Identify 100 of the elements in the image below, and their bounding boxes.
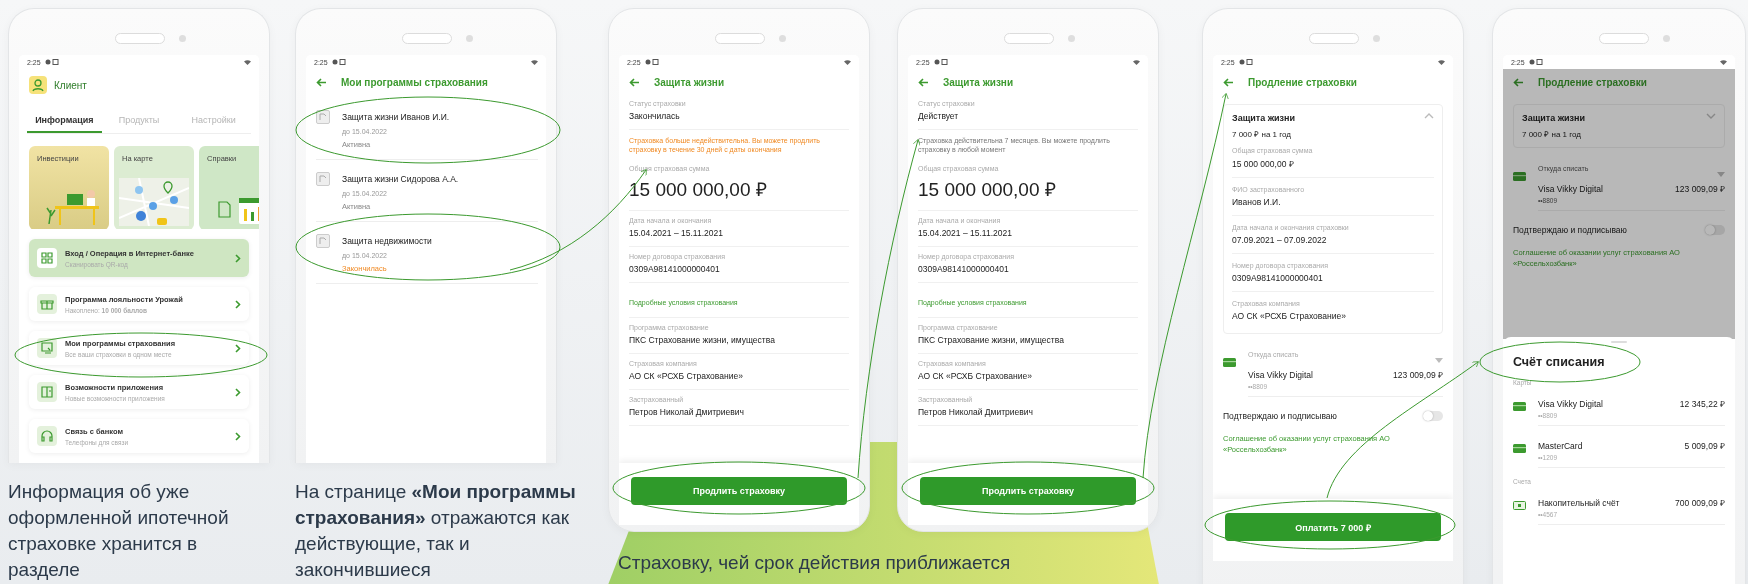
policy-title[interactable]: Защита жизни Сидорова А.А. — [342, 174, 459, 184]
sum-amount: 15 000 000,00 ₽ — [918, 177, 1057, 202]
policy-price: 7 000 ₽ на 1 год — [1522, 129, 1582, 139]
notification-icons — [331, 59, 346, 65]
phone-speaker — [402, 33, 452, 44]
field-value: 15.04.2021 – 15.11.2021 — [918, 227, 1013, 238]
phone-camera — [779, 35, 786, 42]
tab[interactable]: Информация — [27, 109, 102, 133]
chevron-up-icon[interactable] — [1424, 113, 1434, 119]
document-icon — [37, 338, 57, 358]
screen-title: Продление страховки — [1248, 77, 1357, 88]
field-value: Петров Николай Дмитриевич — [918, 406, 1034, 417]
back-arrow-icon[interactable] — [316, 78, 327, 87]
card-icon — [1223, 358, 1236, 367]
phone-camera — [1373, 35, 1380, 42]
account-balance: 12 345,22 ₽ — [1679, 398, 1725, 409]
field-value: Иванов И.И. — [1232, 197, 1282, 207]
phone-camera — [466, 35, 473, 42]
wifi-icon — [531, 59, 538, 65]
phone-camera — [1068, 35, 1075, 42]
card-balance: 123 009,09 ₽ — [1393, 369, 1443, 380]
sum-amount: 15 000 000,00 ₽ — [629, 177, 768, 202]
account-name[interactable]: Visa Vikky Digital — [1538, 398, 1603, 409]
user-avatar-icon[interactable] — [29, 76, 47, 94]
pay-button[interactable]: Оплатить 7 000 ₽ — [1225, 513, 1441, 541]
account-balance: 5 009,09 ₽ — [1684, 440, 1725, 451]
toggle-switch[interactable] — [1705, 225, 1725, 235]
phone-speaker — [1309, 33, 1359, 44]
field-value: Закончилась — [629, 111, 681, 121]
field-value: АО СК «РСХБ Страхование» — [918, 370, 1033, 381]
caption: Информация об уже оформленной ипотечной страховке хранится в разделе — [8, 480, 230, 582]
renew-button[interactable]: Продлить страховку — [631, 477, 847, 505]
account-icon — [1513, 501, 1526, 510]
phone-speaker — [715, 33, 765, 44]
card-name: Visa Vikky Digital — [1538, 183, 1603, 194]
policy-title: Защита жизни — [1232, 113, 1296, 123]
account-balance: 700 009,09 ₽ — [1675, 497, 1725, 508]
account-name[interactable]: Накопительный счёт — [1538, 497, 1620, 508]
card-balance: 123 009,09 ₽ — [1675, 183, 1725, 194]
phone-camera — [1663, 35, 1670, 42]
document-icon — [316, 172, 330, 186]
card-icon — [1513, 172, 1526, 181]
policy-title[interactable]: Защита жизни Иванов И.И. — [342, 112, 450, 122]
caption: На странице «Мои программы страхования» отражаются как действующие, так и закончившиеся — [295, 480, 577, 582]
book-icon — [37, 382, 57, 402]
back-arrow-icon[interactable] — [1513, 78, 1524, 87]
policy-title[interactable]: Защита недвижимости — [342, 236, 432, 246]
report-drawing — [215, 196, 259, 226]
back-arrow-icon[interactable] — [629, 78, 640, 87]
caret-icon[interactable] — [1435, 358, 1443, 363]
card-icon — [1513, 402, 1526, 411]
screen-title: Защита жизни — [654, 77, 725, 88]
field-value: 07.09.2021 – 07.09.2022 — [1232, 235, 1328, 245]
notification-icons — [933, 59, 948, 65]
sheet-title: Счёт списания — [1513, 355, 1605, 369]
chevron-icon — [235, 343, 241, 353]
chevron-icon — [235, 387, 241, 397]
chevron-icon — [235, 299, 241, 309]
wifi-icon — [1438, 59, 1445, 65]
wifi-icon — [844, 59, 851, 65]
document-icon — [316, 110, 330, 124]
chevron-down-icon[interactable] — [1706, 113, 1716, 119]
chevron-icon — [235, 253, 241, 263]
user-name: Клиент — [54, 79, 87, 91]
back-arrow-icon[interactable] — [918, 78, 929, 87]
phone-camera — [179, 35, 186, 42]
card-name: Visa Vikky Digital — [1248, 369, 1313, 380]
field-value: 15.04.2021 – 15.11.2021 — [629, 227, 724, 238]
toggle-switch[interactable] — [1423, 411, 1443, 421]
field-value: ПКС Страхование жизни, имущества — [918, 334, 1065, 345]
back-arrow-icon[interactable] — [1223, 78, 1234, 87]
phone-speaker — [115, 33, 165, 44]
notification-icons — [644, 59, 659, 65]
map-drawing — [119, 178, 189, 226]
field-value: Петров Николай Дмитриевич — [629, 406, 745, 417]
wifi-icon — [1133, 59, 1140, 65]
card-icon — [1513, 444, 1526, 453]
policy-price: 7 000 ₽ на 1 год — [1232, 129, 1292, 139]
qr-code-icon — [37, 248, 57, 268]
notification-icons — [44, 59, 59, 65]
screen-title: Мои программы страхования — [341, 77, 488, 88]
gift-icon — [37, 294, 57, 314]
screen-title: Продление страховки — [1538, 77, 1647, 88]
wifi-icon — [1720, 59, 1727, 65]
document-icon — [316, 234, 330, 248]
policy-title: Защита жизни — [1522, 113, 1586, 123]
field-value: 0309A98141000000401 — [1232, 273, 1324, 283]
headset-icon — [37, 426, 57, 446]
sheet-handle[interactable] — [1611, 341, 1627, 343]
wifi-icon — [244, 59, 251, 65]
caption: Страховку, чей срок действия приближается — [618, 552, 1012, 574]
account-name[interactable]: MasterCard — [1538, 440, 1583, 451]
field-value: ПКС Страхование жизни, имущества — [629, 334, 776, 345]
caret-icon[interactable] — [1717, 172, 1725, 177]
phone-speaker — [1004, 33, 1054, 44]
renew-button[interactable]: Продлить страховку — [920, 477, 1136, 505]
field-value: 0309A98141000000401 — [918, 263, 1010, 274]
screen-title: Защита жизни — [943, 77, 1014, 88]
phone-speaker — [1599, 33, 1649, 44]
consent-label: Подтверждаю и подписываю — [1223, 411, 1337, 421]
